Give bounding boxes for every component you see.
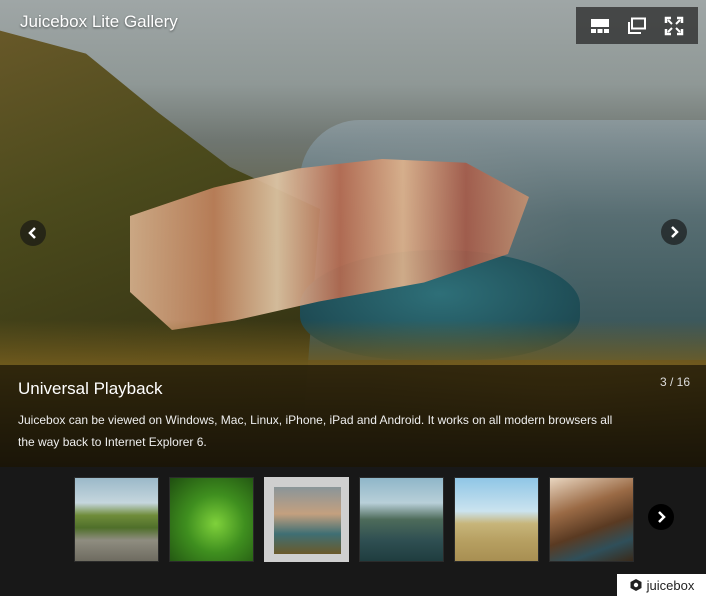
caption-panel: Universal Playback 3 / 16 Juicebox can b… — [0, 365, 706, 467]
thumbnail-river[interactable] — [359, 477, 444, 562]
thumbnails-button[interactable] — [586, 12, 614, 40]
caption-title: Universal Playback — [18, 379, 163, 398]
image-counter: 3 / 16 — [659, 375, 690, 389]
caption-description: Juicebox can be viewed on Windows, Mac, … — [18, 413, 613, 449]
brand-label: juicebox — [646, 577, 695, 593]
toolbar — [576, 7, 698, 44]
thumbnail-village-image — [274, 487, 341, 554]
juicebox-logo-icon — [630, 579, 642, 591]
next-image-button[interactable] — [661, 219, 687, 245]
expand-icon — [664, 16, 683, 35]
thumbnail-strip — [0, 467, 706, 596]
chevron-left-icon — [28, 227, 36, 239]
grid-icon — [591, 18, 610, 33]
new-window-button[interactable] — [623, 12, 651, 40]
chevron-right-icon — [671, 226, 679, 238]
prev-image-button[interactable] — [20, 220, 46, 246]
chevron-right-icon — [658, 511, 666, 523]
gallery-title: Juicebox Lite Gallery — [20, 12, 178, 31]
thumbnail-leaves[interactable] — [169, 477, 254, 562]
next-thumbnails-button[interactable] — [648, 504, 674, 530]
thumbnail-beach-path[interactable] — [454, 477, 539, 562]
fullscreen-button[interactable] — [660, 12, 688, 40]
main-image[interactable]: Juicebox Lite Gallery Universal Playback… — [0, 0, 706, 467]
new-window-icon — [627, 17, 646, 34]
thumbnail-cliffs[interactable] — [549, 477, 634, 562]
thumbnail-road[interactable] — [74, 477, 159, 562]
juicebox-brand-link[interactable]: juicebox — [617, 574, 706, 596]
thumbnail-village[interactable] — [264, 477, 349, 562]
